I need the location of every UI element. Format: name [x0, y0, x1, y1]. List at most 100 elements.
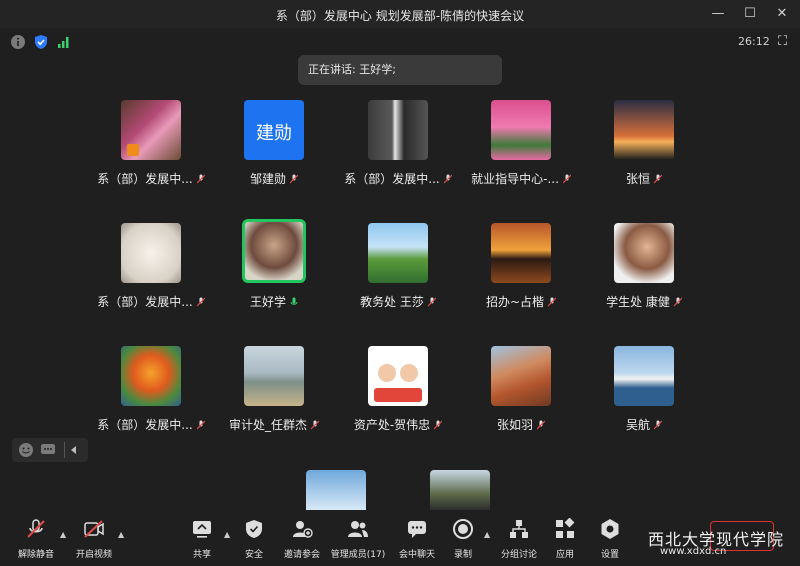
- mic-muted-icon: [548, 297, 557, 307]
- participant-name: 系（部）发展中...: [97, 418, 193, 432]
- participant-tile[interactable]: 张如羽: [459, 346, 583, 433]
- window-title: 系（部）发展中心 规划发展部-陈倩的快速会议: [275, 9, 525, 23]
- security-button[interactable]: 安全: [238, 518, 270, 560]
- mic-muted-icon: [311, 420, 319, 430]
- apps-button[interactable]: 应用: [550, 517, 580, 560]
- mic-muted-icon: [654, 174, 662, 184]
- participant-avatar-partial[interactable]: [430, 470, 490, 510]
- record-label: 录制: [453, 550, 472, 560]
- mic-off-icon: [27, 519, 45, 538]
- record-button[interactable]: 录制: [448, 518, 478, 560]
- manage-participants-button[interactable]: 管理成员(17): [328, 518, 388, 560]
- unmute-button[interactable]: 解除静音: [14, 518, 58, 560]
- avatar: [491, 223, 551, 283]
- video-options-caret[interactable]: ▲: [118, 530, 124, 539]
- avatar: [614, 100, 674, 160]
- participant-tile[interactable]: 系（部）发展中...: [336, 100, 460, 187]
- security-shield-icon: [246, 520, 262, 538]
- mic-muted-icon: [434, 420, 443, 430]
- participant-tile[interactable]: 学生处 康健: [582, 223, 706, 310]
- avatar: [121, 223, 181, 283]
- mic-muted-icon: [196, 420, 205, 430]
- participant-name: 教务处 王莎: [360, 295, 424, 309]
- participant-tile[interactable]: 系（部）发展中...: [89, 223, 213, 310]
- minimize-button[interactable]: —: [708, 4, 728, 24]
- participant-tile[interactable]: 招办~占楷: [459, 223, 583, 310]
- participant-tile-active[interactable]: 王好学: [212, 219, 336, 310]
- breakout-button[interactable]: 分组讨论: [497, 518, 541, 560]
- participant-name: 张如羽: [496, 418, 533, 432]
- avatar: [491, 100, 551, 160]
- settings-button[interactable]: 设置: [595, 518, 625, 560]
- participant-name: 就业指导中心-...: [471, 172, 559, 186]
- participant-tile[interactable]: 就业指导中心-...: [459, 100, 583, 187]
- title-bar: 系（部）发展中心 规划发展部-陈倩的快速会议 — ☐ ✕: [0, 0, 800, 28]
- participant-name: 学生处 康健: [606, 295, 670, 309]
- avatar: [121, 346, 181, 406]
- settings-gear-icon: [601, 519, 619, 539]
- share-label: 共享: [192, 550, 211, 560]
- avatar: [368, 223, 428, 283]
- chat-label: 会中聊天: [398, 550, 435, 560]
- record-options-caret[interactable]: ▲: [484, 530, 490, 539]
- video-off-icon: [84, 520, 104, 538]
- meeting-timer: 26:12: [738, 35, 770, 48]
- share-button[interactable]: 共享: [186, 518, 218, 560]
- divider: [64, 442, 65, 458]
- shield-icon[interactable]: [33, 34, 49, 50]
- avatar: 建勋: [244, 100, 304, 160]
- collapse-left-icon[interactable]: [70, 446, 78, 454]
- participant-tile[interactable]: 建勋 邹建勋: [212, 100, 336, 187]
- participant-avatar-partial[interactable]: [306, 470, 366, 510]
- participant-tile[interactable]: 资产处-贺伟忠: [336, 346, 460, 433]
- participant-name: 资产处-贺伟忠: [353, 418, 431, 432]
- maximize-button[interactable]: ☐: [740, 4, 760, 24]
- mic-muted-icon: [290, 174, 298, 184]
- watermark-url: www.xdxd.cn: [660, 546, 727, 557]
- avatar: [368, 100, 428, 160]
- share-options-caret[interactable]: ▲: [224, 530, 230, 539]
- speaking-indicator: 正在讲话: 王好学;: [298, 55, 502, 85]
- mic-muted-icon: [196, 174, 205, 184]
- avatar: [121, 100, 181, 160]
- reaction-controls: [12, 438, 88, 462]
- participant-tile[interactable]: 审计处_任群杰: [212, 346, 336, 433]
- participant-name: 王好学: [249, 295, 286, 309]
- avatar: [491, 346, 551, 406]
- comment-icon[interactable]: [40, 442, 56, 458]
- avatar: [368, 346, 428, 406]
- cartoon-shirt-icon: [374, 388, 422, 402]
- share-icon: [193, 521, 211, 538]
- apps-icon: [556, 517, 575, 538]
- fullscreen-icon[interactable]: ⛶: [778, 34, 794, 50]
- chat-button[interactable]: 会中聊天: [395, 518, 439, 560]
- cartoon-face-icon: [400, 364, 418, 382]
- participant-tile[interactable]: 教务处 王莎: [336, 223, 460, 310]
- breakout-icon: [510, 520, 528, 538]
- record-icon: [453, 519, 473, 539]
- signal-icon[interactable]: [56, 34, 72, 50]
- mic-muted-icon: [196, 297, 205, 307]
- add-user-icon: [293, 521, 313, 538]
- chat-icon: [408, 521, 426, 538]
- participant-tile[interactable]: 系（部）发展中...: [89, 346, 213, 433]
- avatar-active-speaker: [242, 219, 306, 283]
- participant-name: 招办~占楷: [485, 295, 545, 309]
- mic-muted-icon: [443, 174, 452, 184]
- participant-tile[interactable]: 张恒: [582, 100, 706, 187]
- mic-muted-icon: [654, 420, 662, 430]
- emoji-icon[interactable]: [18, 442, 34, 458]
- breakout-label: 分组讨论: [500, 550, 537, 560]
- participant-tile[interactable]: 吴航: [582, 346, 706, 433]
- info-icon[interactable]: [10, 34, 26, 50]
- start-video-label: 开启视频: [75, 550, 112, 560]
- participant-tile[interactable]: 系（部）发展中...: [89, 100, 213, 187]
- avatar-text: 建勋: [256, 123, 292, 144]
- start-video-button[interactable]: 开启视频: [72, 518, 116, 560]
- participant-name: 张恒: [625, 172, 650, 186]
- close-button[interactable]: ✕: [772, 4, 792, 24]
- unmute-label: 解除静音: [17, 550, 54, 560]
- invite-button[interactable]: 邀请参会: [280, 518, 324, 560]
- participant-name: 邹建勋: [249, 172, 286, 186]
- audio-options-caret[interactable]: ▲: [60, 530, 66, 539]
